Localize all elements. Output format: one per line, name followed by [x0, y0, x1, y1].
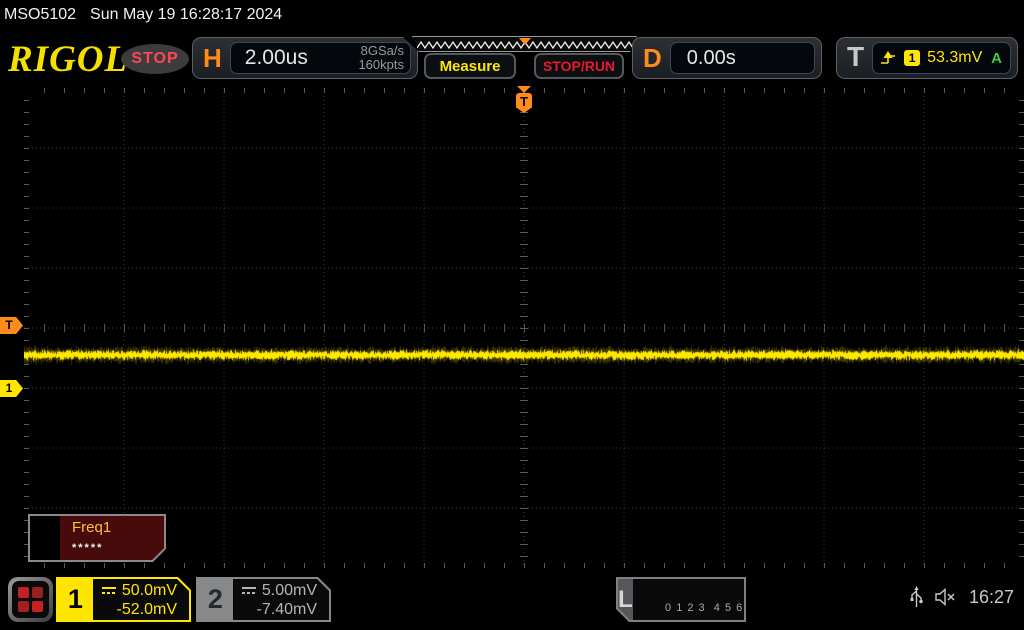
- trigger-label: T: [847, 41, 865, 72]
- trigger-panel[interactable]: T 1 53.3mV A: [836, 37, 1018, 79]
- acquisition-status-badge: STOP: [121, 44, 189, 74]
- rigol-logo: RIGOL: [8, 39, 129, 80]
- delay-valuebox: 0.00s: [669, 42, 815, 74]
- logic-row1: 0 1 2 3 4 5 6 7: [665, 602, 755, 614]
- speaker-muted-icon: [935, 588, 955, 606]
- horizontal-label: H: [203, 42, 222, 73]
- memory-depth-indicator: [412, 36, 637, 52]
- trigger-level-value: 53.3mV: [927, 49, 983, 66]
- usb-icon: [910, 586, 923, 607]
- delay-panel[interactable]: D 0.00s: [632, 37, 822, 79]
- model-label: MSO5102: [4, 6, 77, 23]
- delay-label: D: [643, 42, 662, 73]
- measurement-content: Freq1 *****: [60, 516, 164, 560]
- grid-square: [32, 601, 43, 612]
- measure-button[interactable]: Measure: [424, 53, 516, 79]
- measurement-inner: Freq1 *****: [30, 516, 164, 560]
- clock-label: 16:27: [968, 586, 1014, 607]
- channel1-trace: [24, 88, 1024, 568]
- memory-depth: 160kpts: [358, 57, 404, 72]
- trigger-mode-badge: A: [991, 49, 1002, 67]
- stop-run-button[interactable]: STOP/RUN: [534, 53, 624, 79]
- channel1-scale-row: 50.0mV: [99, 581, 177, 600]
- graticule-screen: [24, 88, 1024, 568]
- dc-coupling-icon: [241, 585, 257, 596]
- trigger-valuebox: 1 53.3mV A: [872, 42, 1011, 74]
- channel2-scale-row: 5.00mV: [239, 581, 317, 600]
- channel-overview-button[interactable]: [8, 577, 53, 622]
- horizontal-panel[interactable]: H 2.00us 8GSa/s 160kpts: [192, 37, 418, 79]
- channel1-number: 1: [67, 584, 83, 614]
- channel1-body: 1 50.0mV -52.0mV: [58, 579, 189, 620]
- top-status-bar: MSO5102 Sun May 19 16:28:17 2024: [0, 0, 1024, 30]
- sample-rate: 8GSa/s: [360, 43, 404, 58]
- rising-edge-icon: [881, 51, 896, 64]
- channel2-status-panel[interactable]: 2 5.00mV -7.40mV: [196, 577, 331, 622]
- grid-square: [32, 587, 43, 598]
- channel1-content: 50.0mV -52.0mV: [93, 579, 189, 620]
- measurement-result-box[interactable]: Freq1 *****: [28, 514, 166, 562]
- logic-channel-numbers: 0 1 2 3 4 5 6 7 8 9 10 11 12 13 14 15: [633, 579, 793, 620]
- grid-squares-icon: [12, 581, 49, 618]
- system-status-area: 16:27: [910, 586, 1014, 608]
- channel2-content: 5.00mV -7.40mV: [233, 579, 329, 620]
- grid-square: [18, 601, 29, 612]
- channel2-body: 2 5.00mV -7.40mV: [198, 579, 329, 620]
- logic-body: L 0 1 2 3 4 5 6 7 8 9 10 11 12 13 14 15: [618, 579, 744, 620]
- trigger-position-badge: T: [516, 93, 532, 113]
- channel1-scale: 50.0mV: [121, 581, 177, 599]
- channel1-offset: -52.0mV: [116, 600, 177, 618]
- dc-coupling-icon: [101, 585, 117, 596]
- trigger-position-arrow-icon: [517, 86, 531, 93]
- delay-value: 0.00s: [686, 46, 736, 69]
- timebase-value: 2.00us: [244, 46, 308, 69]
- timebase-valuebox: 2.00us 8GSa/s 160kpts: [229, 42, 411, 74]
- datetime-label: Sun May 19 16:28:17 2024: [90, 6, 283, 23]
- channel2-scale: 5.00mV: [261, 581, 317, 599]
- sample-rate-value: 8GSa/s 160kpts: [358, 44, 404, 72]
- measurement-name: Freq1: [72, 519, 112, 536]
- channel1-status-panel[interactable]: 1 50.0mV -52.0mV: [56, 577, 191, 622]
- grid-square: [18, 587, 29, 598]
- trigger-position-marker[interactable]: T: [516, 86, 532, 113]
- channel1-ground-marker[interactable]: 1: [0, 380, 23, 397]
- channel2-offset: -7.40mV: [256, 600, 317, 618]
- trigger-level-marker[interactable]: T: [0, 317, 23, 334]
- memory-position-marker: [518, 38, 531, 45]
- trigger-source-badge: 1: [904, 50, 921, 66]
- measurement-value: *****: [72, 542, 104, 554]
- logic-channels-panel[interactable]: L 0 1 2 3 4 5 6 7 8 9 10 11 12 13 14 15: [616, 577, 746, 622]
- logic-label: L: [618, 585, 633, 613]
- channel2-number: 2: [207, 584, 223, 614]
